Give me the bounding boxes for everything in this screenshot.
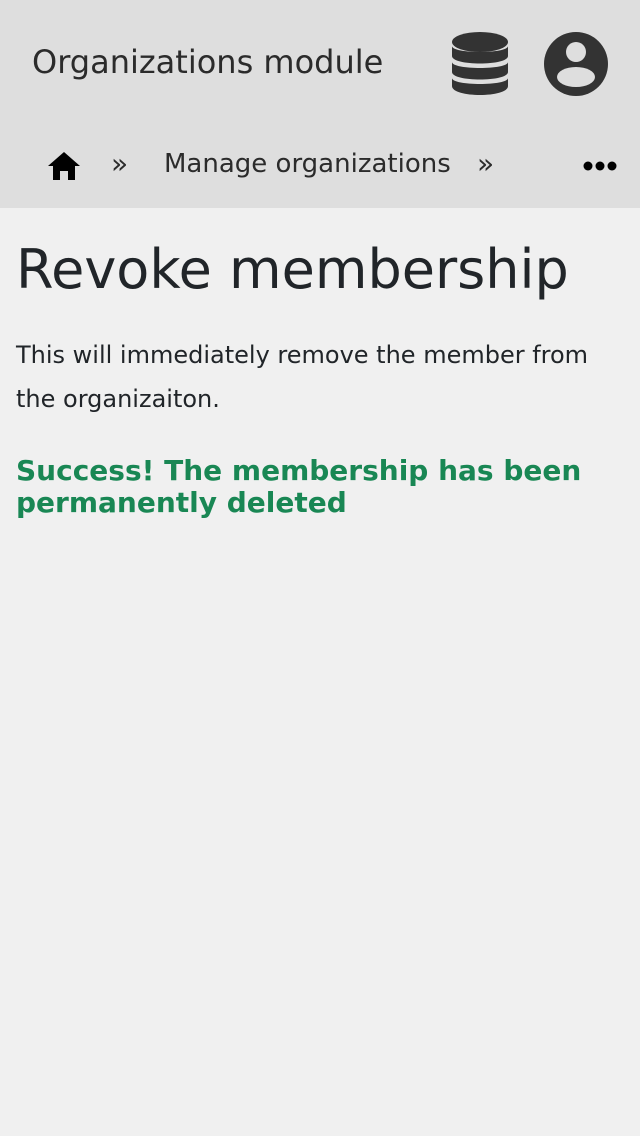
more-horizontal-icon xyxy=(583,161,617,171)
more-options-button[interactable] xyxy=(580,154,620,178)
app-header: Organizations module » Manage organizati… xyxy=(0,0,640,208)
breadcrumb-item-manage-organizations[interactable]: Manage organizations xyxy=(164,146,451,182)
breadcrumb: » Manage organizations » xyxy=(0,130,640,200)
app-title: Organizations module xyxy=(32,43,384,81)
success-message: Success! The membership has been permane… xyxy=(16,454,582,519)
breadcrumb-separator: » xyxy=(477,147,495,180)
page-description: This will immediately remove the member … xyxy=(16,341,589,413)
account-button[interactable] xyxy=(543,31,609,97)
breadcrumb-home-link[interactable] xyxy=(46,149,82,183)
database-button[interactable] xyxy=(448,30,512,98)
page-title: Revoke membership xyxy=(16,238,569,301)
database-icon xyxy=(452,32,508,95)
breadcrumb-separator: » xyxy=(111,147,129,180)
account-circle-icon xyxy=(544,32,608,96)
home-icon xyxy=(48,152,80,180)
